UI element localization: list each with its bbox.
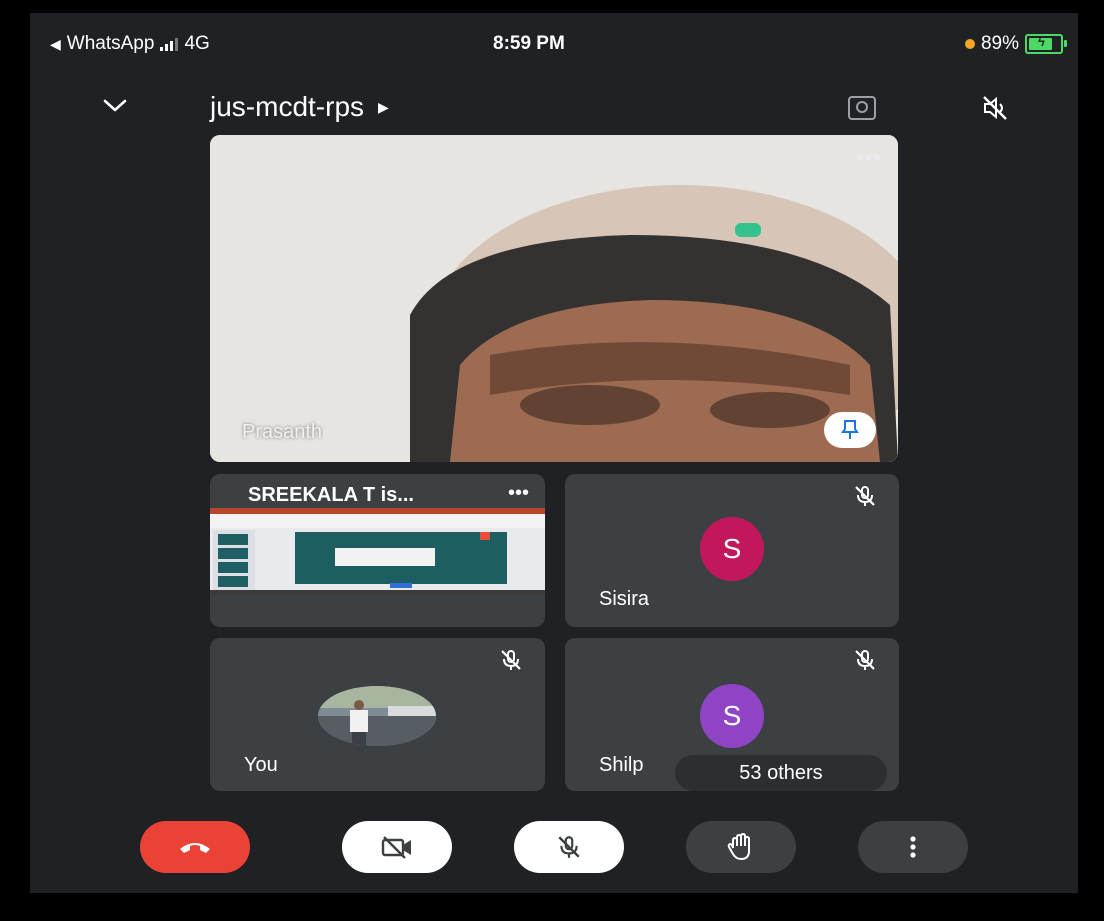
camera-off-icon xyxy=(381,836,411,859)
back-arrow-icon: ◀ xyxy=(50,35,61,52)
presentation-preview xyxy=(210,508,545,595)
avatar: S xyxy=(700,684,764,748)
meeting-title[interactable]: jus-mcdt-rps ▶ xyxy=(210,91,389,123)
tile-more-icon[interactable]: ••• xyxy=(856,145,882,171)
status-bar: ◀ WhatsApp 4G 8:59 PM 89% ϟ xyxy=(30,13,1078,73)
speaker-off-icon[interactable] xyxy=(980,93,1010,123)
participant-name: Sisira xyxy=(599,588,650,610)
mic-off-icon xyxy=(855,650,875,670)
avatar xyxy=(318,686,436,746)
mic-off-icon xyxy=(558,836,580,858)
battery-icon: ϟ xyxy=(1025,34,1067,54)
end-call-icon xyxy=(180,843,210,853)
presentation-title: SREEKALA T is... xyxy=(248,484,414,506)
raise-hand-button[interactable] xyxy=(686,821,796,873)
switch-camera-icon[interactable] xyxy=(848,96,876,120)
raise-hand-icon xyxy=(727,832,750,861)
end-call-button[interactable] xyxy=(140,821,250,873)
pin-icon xyxy=(841,420,859,439)
participant-tile-sisira[interactable]: S Sisira xyxy=(565,474,899,627)
status-time: 8:59 PM xyxy=(493,33,565,54)
status-right: 89% ϟ xyxy=(964,33,1067,55)
speaker-video xyxy=(210,135,898,462)
presentation-tile[interactable]: SREEKALA T is... ••• xyxy=(210,474,545,627)
meeting-header: jus-mcdt-rps ▶ xyxy=(30,85,1078,135)
mic-off-icon xyxy=(855,486,875,506)
meet-screen: ◀ WhatsApp 4G 8:59 PM 89% ϟ jus-mcdt-rps… xyxy=(30,13,1078,893)
participant-name: You xyxy=(244,754,278,776)
others-count-button[interactable]: 53 others xyxy=(675,755,887,791)
caret-right-icon: ▶ xyxy=(378,98,389,115)
network-label: 4G xyxy=(184,33,210,54)
mic-toggle-button[interactable] xyxy=(514,821,624,873)
avatar: S xyxy=(700,517,764,581)
participant-name: Shilp xyxy=(599,754,644,776)
mic-off-icon xyxy=(501,650,521,670)
status-left[interactable]: ◀ WhatsApp 4G xyxy=(50,33,210,55)
battery-nub xyxy=(1064,40,1067,47)
charging-bolt-icon: ϟ xyxy=(1038,34,1045,49)
main-speaker-tile[interactable]: ••• Prasanth xyxy=(210,135,898,462)
participant-tile-you[interactable]: You xyxy=(210,638,545,791)
tile-more-icon[interactable]: ••• xyxy=(508,482,529,505)
signal-icon xyxy=(160,37,179,51)
privacy-dot-icon xyxy=(964,39,975,49)
more-vertical-icon xyxy=(910,836,916,858)
meeting-code: jus-mcdt-rps xyxy=(210,91,365,122)
speaker-name: Prasanth xyxy=(242,421,323,443)
chevron-down-icon[interactable] xyxy=(102,93,128,119)
camera-toggle-button[interactable] xyxy=(342,821,452,873)
battery-label: 89% xyxy=(980,33,1019,54)
back-app-label: WhatsApp xyxy=(66,33,155,54)
pin-button[interactable] xyxy=(824,412,876,448)
more-options-button[interactable] xyxy=(858,821,968,873)
